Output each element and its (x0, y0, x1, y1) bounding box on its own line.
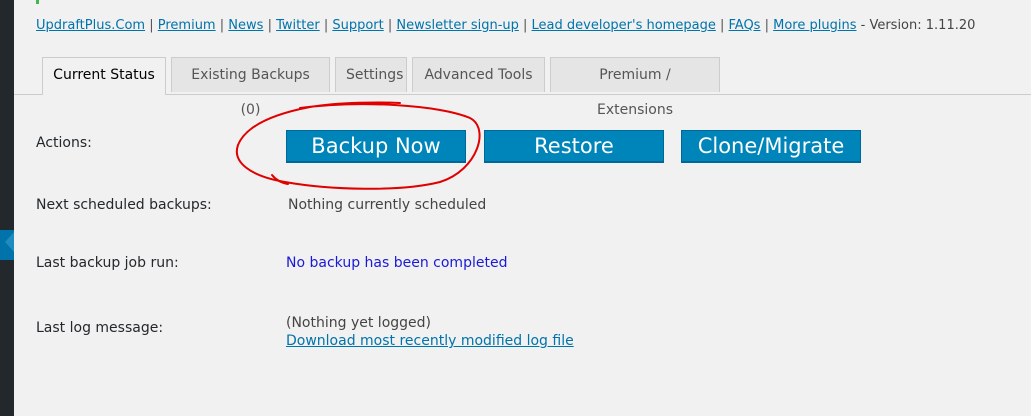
tab-premium-extensions[interactable]: Premium / Extensions (550, 57, 720, 118)
nav-tabs: Current Status Existing Backups (0) Sett… (14, 57, 1031, 118)
separator: | (267, 18, 272, 33)
tab-settings[interactable]: Settings (335, 57, 407, 92)
updraftplus-settings-page: UpdraftPlus.Com | Premium | News | Twitt… (14, 0, 1031, 416)
next-scheduled-value: Nothing currently scheduled (288, 197, 487, 213)
separator: | (387, 18, 393, 33)
last-log-value: (Nothing yet logged) (286, 315, 431, 331)
link-twitter[interactable]: Twitter (276, 18, 320, 33)
header-links: UpdraftPlus.Com | Premium | News | Twitt… (36, 18, 975, 33)
restore-button[interactable]: Restore (484, 130, 664, 162)
tab-existing-backups[interactable]: Existing Backups (0) (171, 57, 330, 118)
link-newsletter-signup[interactable]: Newsletter sign-up (396, 18, 518, 33)
version-text: - Version: 1.11.20 (860, 18, 976, 33)
link-support[interactable]: Support (332, 18, 383, 33)
tab-current-status[interactable]: Current Status (42, 57, 166, 95)
separator: | (219, 18, 225, 33)
link-lead-developer-homepage[interactable]: Lead developer's homepage (532, 18, 716, 33)
last-backup-value: No backup has been completed (286, 255, 508, 271)
clone-migrate-button[interactable]: Clone/Migrate (681, 130, 861, 162)
link-more-plugins[interactable]: More plugins (773, 18, 856, 33)
actions-label: Actions: (36, 135, 92, 151)
tab-advanced-tools[interactable]: Advanced Tools (412, 57, 545, 92)
download-log-link[interactable]: Download most recently modified log file (286, 333, 574, 349)
link-premium[interactable]: Premium (158, 18, 216, 33)
next-scheduled-label: Next scheduled backups: (36, 197, 212, 213)
separator: | (323, 18, 329, 33)
last-log-label: Last log message: (36, 320, 164, 336)
admin-sidebar (0, 0, 14, 416)
link-news[interactable]: News (228, 18, 263, 33)
separator: | (764, 18, 769, 33)
separator: | (719, 18, 725, 33)
last-backup-label: Last backup job run: (36, 255, 179, 271)
link-faqs[interactable]: FAQs (729, 18, 761, 33)
separator: | (149, 18, 154, 33)
separator: | (523, 18, 528, 33)
backup-now-button[interactable]: Backup Now (286, 130, 466, 162)
current-menu-arrow-icon (5, 232, 14, 252)
link-updraftplus-com[interactable]: UpdraftPlus.Com (36, 18, 145, 33)
